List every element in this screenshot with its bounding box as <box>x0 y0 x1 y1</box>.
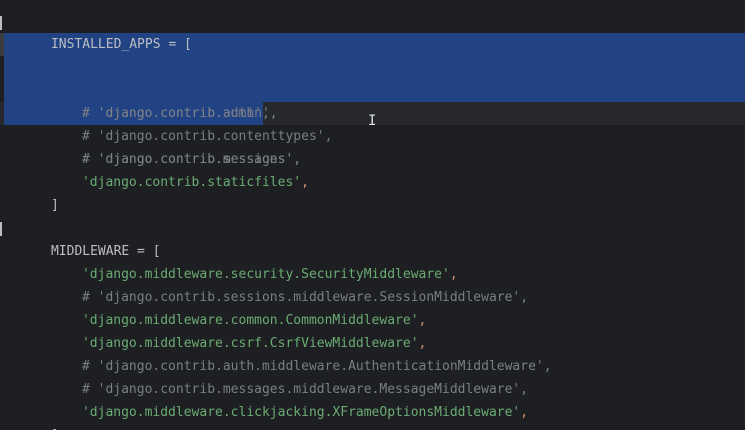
string-literal: 'django.middleware.common.CommonMiddlewa… <box>81 313 419 328</box>
code-line[interactable]: INSTALLED_APPS = [ <box>0 10 745 52</box>
string-literal: 'django.middleware.csrf.CsrfViewMiddlewa… <box>81 336 419 351</box>
code-line[interactable]: # 'django.contrib.contenttypes', <box>0 79 745 144</box>
code-line[interactable]: # 'django.contrib.auth', <box>0 56 745 121</box>
selection-highlight <box>4 56 745 79</box>
comma: , <box>301 175 309 190</box>
code-text: ] <box>50 198 59 213</box>
code-text: INSTALLED_APPS = [ <box>50 37 192 52</box>
fold-marker[interactable] <box>0 222 2 236</box>
gutter-marker <box>0 33 4 56</box>
fold-marker[interactable] <box>0 16 2 30</box>
selection-highlight <box>4 79 745 102</box>
comma: , <box>449 267 458 282</box>
code-line-blank[interactable] <box>0 194 745 217</box>
comment-text: # 'django.contrib.messages.middleware.Me… <box>81 382 529 397</box>
code-text: MIDDLEWARE = [ <box>50 244 161 259</box>
comment-text: # 'django.contrib.sessions.middleware.Se… <box>81 290 529 305</box>
comment-text: # 'django.contrib.contenttypes', <box>81 129 333 144</box>
code-area[interactable]: INSTALLED_APPS = [ # 'django.contrib.adm… <box>0 10 745 430</box>
string-literal: 'django.middleware.security.SecurityMidd… <box>81 267 450 282</box>
comma: , <box>418 313 427 328</box>
comment-text: # 'django.contrib.auth', <box>81 106 270 121</box>
comma: , <box>418 336 427 351</box>
comment-text: # 'django.contrib.auth.middleware.Authen… <box>81 359 552 374</box>
comment-text: # 'django.contrib.messages', <box>81 152 302 167</box>
text-cursor-icon: I <box>368 113 377 129</box>
string-literal: 'django.contrib.staticfiles' <box>81 175 302 190</box>
code-editor[interactable]: INSTALLED_APPS = [ # 'django.contrib.adm… <box>0 0 745 430</box>
string-literal: 'django.middleware.clickjacking.XFrameOp… <box>81 405 521 420</box>
comma: , <box>520 405 529 420</box>
code-line[interactable]: MIDDLEWARE = [ <box>0 217 745 259</box>
